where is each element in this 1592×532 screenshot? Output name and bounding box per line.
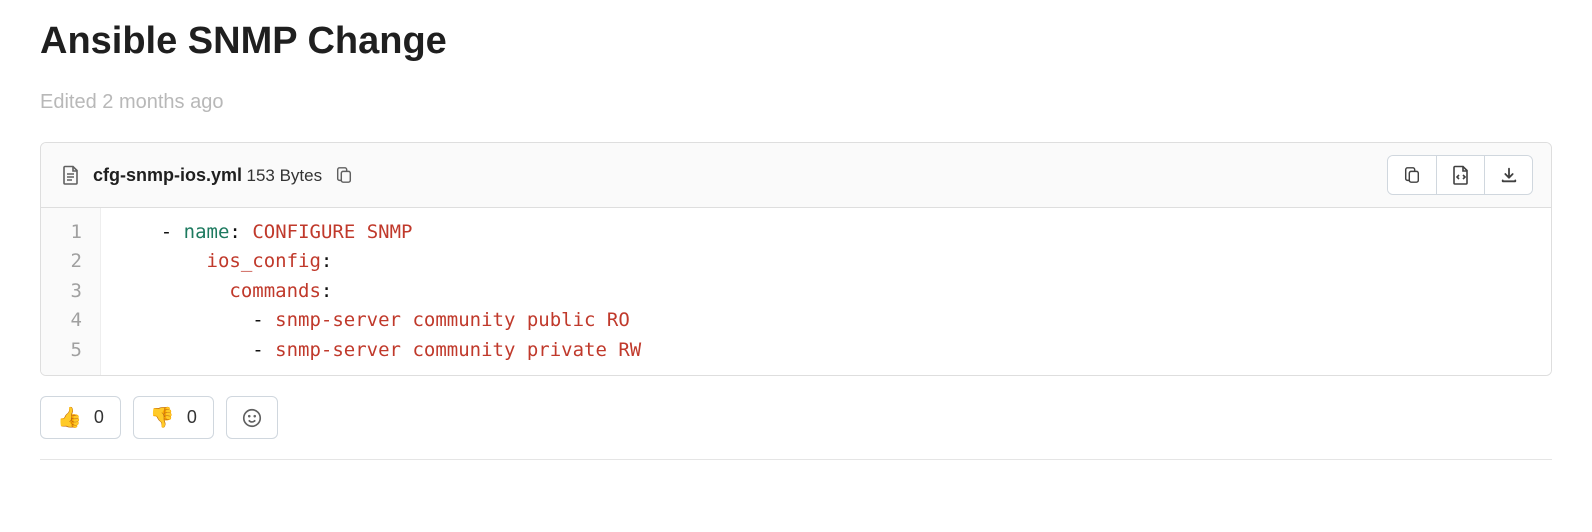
- code-content[interactable]: - name: CONFIGURE SNMP ios_config: comma…: [101, 208, 1551, 375]
- thumbs-down-button[interactable]: 👎 0: [133, 396, 214, 439]
- file-name[interactable]: cfg-snmp-ios.yml 153 Bytes: [93, 165, 322, 186]
- code-line: - snmp-server community public RO: [115, 306, 1537, 335]
- thumbs-up-button[interactable]: 👍 0: [40, 396, 121, 439]
- code-line: - name: CONFIGURE SNMP: [115, 218, 1537, 247]
- file-size: 153 Bytes: [246, 166, 322, 185]
- line-number[interactable]: 1: [59, 218, 86, 247]
- thumbs-down-count: 0: [187, 407, 197, 428]
- page-title: Ansible SNMP Change: [40, 20, 1552, 63]
- line-number[interactable]: 4: [59, 306, 86, 335]
- smile-icon: [241, 407, 263, 429]
- code-file-icon: [1452, 165, 1470, 185]
- thumbs-up-count: 0: [94, 407, 104, 428]
- code-line: - snmp-server community private RW: [115, 336, 1537, 365]
- file-action-group: [1387, 155, 1533, 195]
- line-number-gutter: 12345: [41, 208, 101, 375]
- download-button[interactable]: [1484, 156, 1532, 194]
- add-reaction-button[interactable]: [226, 396, 278, 439]
- file-block: cfg-snmp-ios.yml 153 Bytes: [40, 142, 1552, 376]
- code-line: commands:: [115, 277, 1537, 306]
- thumbs-down-icon: 👎: [150, 405, 175, 430]
- thumbs-up-icon: 👍: [57, 405, 82, 430]
- file-header: cfg-snmp-ios.yml 153 Bytes: [41, 143, 1551, 208]
- file-header-actions: [1387, 155, 1533, 195]
- code-line: ios_config:: [115, 247, 1537, 276]
- copy-path-icon[interactable]: [332, 163, 356, 187]
- line-number[interactable]: 5: [59, 336, 86, 365]
- line-number[interactable]: 3: [59, 277, 86, 306]
- file-name-text: cfg-snmp-ios.yml: [93, 165, 242, 185]
- file-header-left: cfg-snmp-ios.yml 153 Bytes: [59, 163, 356, 187]
- reactions-bar: 👍 0 👎 0: [40, 396, 1552, 439]
- view-raw-button[interactable]: [1436, 156, 1484, 194]
- copy-icon: [1403, 166, 1421, 184]
- code-area: 12345 - name: CONFIGURE SNMP ios_config:…: [41, 208, 1551, 375]
- footer-divider: [40, 459, 1552, 460]
- file-icon: [59, 163, 83, 187]
- copy-contents-button[interactable]: [1388, 156, 1436, 194]
- edited-timestamp: Edited 2 months ago: [40, 91, 1552, 114]
- line-number[interactable]: 2: [59, 247, 86, 276]
- download-icon: [1500, 166, 1518, 184]
